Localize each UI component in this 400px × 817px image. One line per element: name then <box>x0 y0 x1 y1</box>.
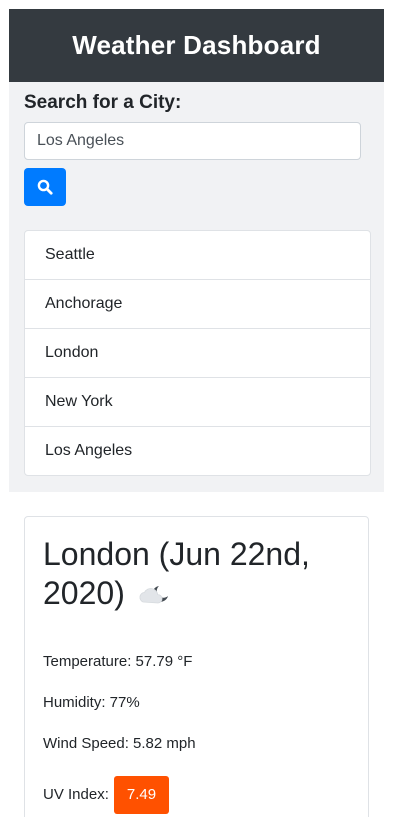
search-button[interactable] <box>24 168 66 206</box>
partly-cloudy-night-icon <box>137 576 173 615</box>
uv-index-label: UV Index: <box>43 786 109 804</box>
search-panel: Search for a City: Seattle Anchorage Lon… <box>9 82 384 492</box>
history-item-seattle[interactable]: Seattle <box>25 231 370 280</box>
city-search-input[interactable] <box>24 122 361 160</box>
history-item-los-angeles[interactable]: Los Angeles <box>25 427 370 475</box>
app: Weather Dashboard Search for a City: Sea… <box>9 9 384 817</box>
current-weather-section: London (Jun 22nd, 2020) Temperature: 57.… <box>9 492 384 817</box>
search-history-list: Seattle Anchorage London New York Los An… <box>24 230 371 476</box>
current-weather-card: London (Jun 22nd, 2020) Temperature: 57.… <box>24 516 369 817</box>
temperature-text: Temperature: 57.79 °F <box>43 653 193 671</box>
uv-index-row: UV Index: 7.49 <box>43 776 350 815</box>
app-header: Weather Dashboard <box>9 9 384 82</box>
weather-stats: Temperature: 57.79 °F Humidity: 77% Wind… <box>43 653 350 815</box>
search-icon <box>37 179 53 195</box>
search-label: Search for a City: <box>24 92 182 113</box>
history-item-new-york[interactable]: New York <box>25 378 370 427</box>
uv-index-badge: 7.49 <box>113 776 170 815</box>
city-date-text: London (Jun 22nd, 2020) <box>43 536 310 612</box>
city-date-heading: London (Jun 22nd, 2020) <box>43 535 350 615</box>
history-item-london[interactable]: London <box>25 329 370 378</box>
history-item-anchorage[interactable]: Anchorage <box>25 280 370 329</box>
wind-speed-text: Wind Speed: 5.82 mph <box>43 735 196 753</box>
page-title: Weather Dashboard <box>72 30 321 60</box>
humidity-text: Humidity: 77% <box>43 694 140 712</box>
